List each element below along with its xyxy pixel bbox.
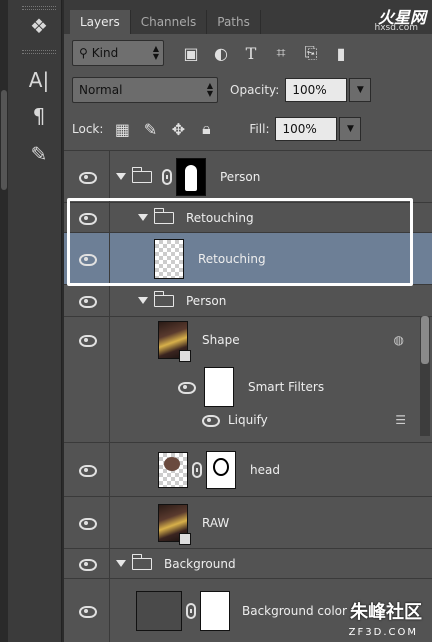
- expand-triangle-icon[interactable]: [116, 173, 126, 180]
- layer-row[interactable]: RAW: [64, 496, 432, 548]
- search-icon: ⚲: [79, 46, 88, 60]
- layer-name: Smart Filters: [248, 380, 325, 394]
- visibility-eye-icon[interactable]: [78, 253, 97, 266]
- filter-blending-options-icon[interactable]: ☰: [395, 413, 406, 427]
- blend-mode-select[interactable]: Normal ▲ ▼: [72, 77, 218, 103]
- layer-name: Liquify: [228, 413, 268, 427]
- fill-dropdown-button[interactable]: ▼: [339, 117, 362, 141]
- tool-strip: ❖ A| ¶ ✎: [0, 0, 62, 642]
- smart-filters-badge-icon: ◍: [393, 333, 404, 347]
- smart-object-icon: [179, 350, 191, 362]
- pixel-filter-icon[interactable]: ▣: [178, 40, 204, 66]
- layers-list: Person Retouching Retouching Person Shap…: [64, 150, 432, 642]
- layer-row[interactable]: Background: [64, 548, 432, 578]
- smart-object-icon: [179, 532, 191, 545]
- visibility-eye-icon[interactable]: [78, 212, 97, 225]
- lock-transparent-icon[interactable]: ▦: [109, 116, 135, 142]
- expand-triangle-icon[interactable]: [138, 214, 148, 221]
- tab-layers[interactable]: Layers: [70, 10, 131, 34]
- mask-thumbnail: [176, 157, 206, 196]
- folder-icon: [131, 553, 152, 570]
- layer-row[interactable]: Shape ◍ Smart Filters Liquify ☰: [64, 316, 432, 442]
- fill-label: Fill:: [249, 122, 270, 136]
- mask-link-icon[interactable]: [192, 461, 202, 478]
- type-filter-icon[interactable]: T: [238, 40, 264, 66]
- layers-panel: Layers Channels Paths ⚲ Kind ▲ ▼ ▣ ◐ T ⌗ …: [64, 0, 432, 642]
- lock-image-icon[interactable]: ✎: [137, 116, 163, 142]
- layer-row[interactable]: Person: [64, 150, 432, 202]
- watermark-bottom-sub: ZF3D.COM: [348, 627, 418, 638]
- opacity-dropdown-button[interactable]: ▼: [349, 78, 372, 102]
- opacity-input[interactable]: 100%: [285, 78, 348, 102]
- left-scrollbar[interactable]: [0, 0, 8, 642]
- expand-triangle-icon[interactable]: [138, 297, 148, 304]
- lock-position-icon[interactable]: ✥: [165, 116, 191, 142]
- visibility-eye-icon[interactable]: [78, 464, 97, 477]
- tab-channels[interactable]: Channels: [131, 10, 208, 34]
- layer-name: Retouching: [198, 251, 266, 266]
- panel-grip[interactable]: [22, 50, 56, 54]
- mask-link-icon[interactable]: [186, 602, 196, 619]
- brushes-icon[interactable]: ✎: [22, 140, 56, 168]
- character-icon[interactable]: A|: [22, 66, 56, 94]
- filter-kind-label: Kind: [91, 46, 119, 60]
- fill-layer-thumbnail: [136, 590, 182, 631]
- blend-mode-value: Normal: [79, 83, 123, 97]
- watermark-bottom: 朱峰社区: [350, 602, 422, 623]
- blend-row: Normal ▲ ▼ Opacity: 100% ▼: [72, 77, 424, 103]
- shape-filter-icon[interactable]: ⌗: [268, 40, 294, 66]
- folder-icon: [153, 207, 174, 224]
- mask-thumbnail: [206, 450, 236, 489]
- visibility-eye-icon[interactable]: [78, 335, 97, 347]
- layer-row[interactable]: Retouching: [64, 202, 432, 232]
- adjustment-filter-icon[interactable]: ◐: [208, 40, 234, 66]
- lock-all-icon[interactable]: 🔒︎: [193, 116, 219, 142]
- expand-triangle-icon[interactable]: [116, 560, 126, 567]
- layer-row[interactable]: Retouching: [64, 232, 432, 284]
- filter-toggle-icon[interactable]: ▮: [328, 40, 354, 66]
- filter-kind-select[interactable]: ⚲ Kind ▲ ▼: [72, 40, 164, 66]
- styles-icon[interactable]: ❖: [22, 12, 56, 40]
- visibility-eye-icon[interactable]: [78, 558, 97, 571]
- lock-row: Lock: ▦ ✎ ✥ 🔒︎ Fill: 100% ▼: [72, 116, 424, 142]
- layer-thumbnail: [158, 321, 191, 362]
- layer-thumbnail: [154, 238, 184, 279]
- layer-row[interactable]: Person: [64, 284, 432, 316]
- layer-name: Shape: [202, 333, 240, 347]
- panel-grip[interactable]: [22, 6, 56, 10]
- folder-icon: [131, 166, 152, 183]
- visibility-eye-icon[interactable]: [202, 415, 220, 427]
- mask-thumbnail: [200, 590, 230, 631]
- layer-name: Person: [220, 169, 261, 184]
- layer-row[interactable]: head: [64, 442, 432, 496]
- layer-thumbnail: [158, 451, 188, 488]
- layers-scrollbar[interactable]: [420, 316, 430, 436]
- folder-icon: [153, 290, 174, 307]
- layer-name: RAW: [202, 515, 230, 530]
- visibility-eye-icon[interactable]: [178, 382, 196, 394]
- paragraph-icon[interactable]: ¶: [22, 102, 56, 130]
- visibility-eye-icon[interactable]: [78, 295, 97, 308]
- layer-name: head: [250, 462, 280, 477]
- mask-link-icon[interactable]: [162, 168, 172, 185]
- opacity-label: Opacity:: [230, 83, 280, 97]
- watermark-logo-sub: hxsd.com: [374, 23, 418, 33]
- visibility-eye-icon[interactable]: [78, 605, 97, 618]
- smart-object-filter-icon[interactable]: ⎘: [298, 40, 324, 66]
- filter-row: ⚲ Kind ▲ ▼ ▣ ◐ T ⌗ ⎘ ▮: [72, 40, 424, 66]
- layer-name: Background color: [242, 603, 347, 618]
- filter-mask-thumbnail: [204, 367, 234, 407]
- tab-paths[interactable]: Paths: [207, 10, 261, 34]
- layer-thumbnail: [158, 503, 191, 545]
- fill-input[interactable]: 100%: [275, 117, 338, 141]
- visibility-eye-icon[interactable]: [78, 517, 97, 530]
- layer-name: Person: [186, 293, 227, 308]
- layer-name: Retouching: [186, 210, 254, 225]
- visibility-eye-icon[interactable]: [78, 171, 97, 184]
- layer-name: Background: [164, 556, 236, 571]
- lock-label: Lock:: [72, 122, 104, 136]
